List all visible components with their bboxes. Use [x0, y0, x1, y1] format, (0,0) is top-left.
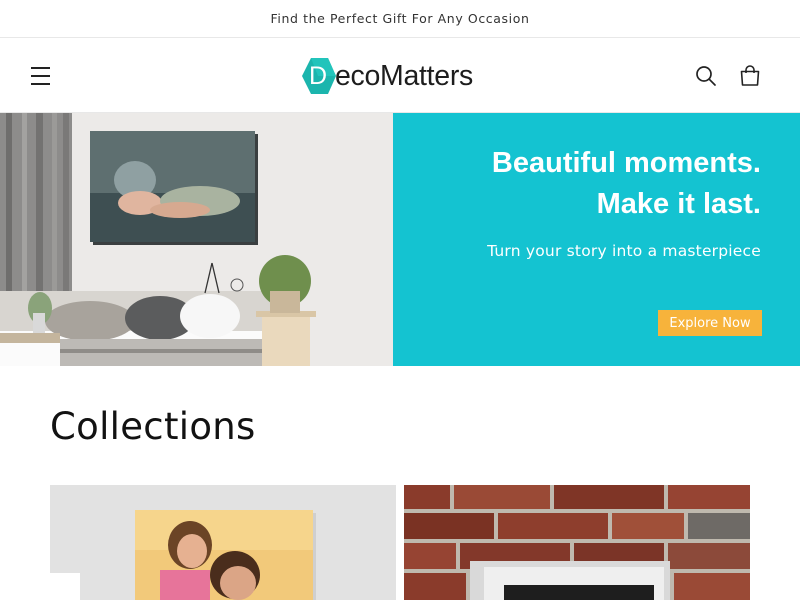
- hero-bedroom-image: [0, 113, 393, 366]
- collections-title: Collections: [50, 405, 256, 448]
- menu-button[interactable]: [28, 64, 56, 88]
- announcement-bar: Find the Perfect Gift For Any Occasion: [0, 0, 800, 38]
- hero-text-panel: Beautiful moments. Make it last. Turn yo…: [393, 113, 800, 366]
- hero-heading-line-2: Make it last.: [596, 188, 761, 220]
- cart-button[interactable]: [737, 63, 763, 89]
- cart-icon: [740, 65, 760, 86]
- hero-heading-line-1: Beautiful moments.: [491, 147, 761, 179]
- collection-family-canvas-image: [50, 485, 396, 600]
- hero-heading: Beautiful moments. Make it last.: [492, 143, 761, 225]
- explore-now-button[interactable]: Explore Now: [658, 310, 762, 336]
- collection-card[interactable]: [404, 485, 750, 600]
- site-header: D ecoMatters: [0, 38, 800, 113]
- hero-banner: Beautiful moments. Make it last. Turn yo…: [0, 113, 800, 366]
- collection-brick-wall-image: [404, 485, 750, 600]
- announcement-text: Find the Perfect Gift For Any Occasion: [270, 11, 530, 26]
- brand-logo[interactable]: D ecoMatters: [300, 55, 473, 97]
- hero-subheading: Turn your story into a masterpiece: [487, 242, 761, 260]
- search-button[interactable]: [693, 63, 719, 89]
- logo-letter: D: [308, 61, 328, 90]
- logo-hexagon-icon: D: [300, 56, 336, 96]
- logo-text: ecoMatters: [335, 59, 473, 92]
- collection-card[interactable]: [50, 485, 396, 600]
- search-icon: [696, 66, 716, 86]
